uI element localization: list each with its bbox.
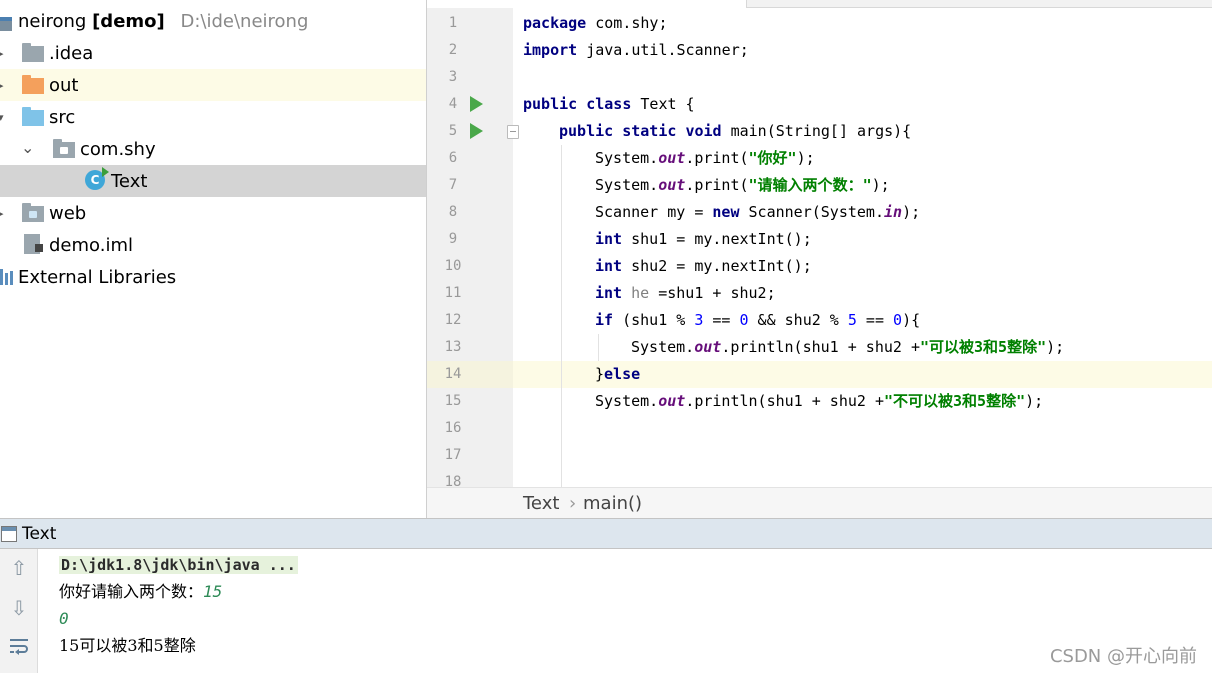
module-icon [0, 17, 12, 31]
tree-item-label: demo.iml [49, 234, 133, 256]
tree-item-external-libraries[interactable]: External Libraries [0, 261, 426, 293]
line-number: 1 [448, 15, 458, 31]
tree-item-package[interactable]: ⌄ com.shy [0, 133, 426, 165]
run-panel-title[interactable]: Text [22, 524, 56, 544]
tree-item-web[interactable]: ▸ web [0, 197, 426, 229]
console-line: 0 [59, 605, 69, 632]
current-line-highlight [427, 361, 1212, 388]
line-number: 10 [444, 258, 462, 274]
chevron-right-icon[interactable]: ▸ [0, 47, 4, 60]
indent-guide [561, 145, 562, 487]
code-line-12: if (shu1 % 3 == 0 && shu2 % 5 == 0){ [595, 311, 921, 329]
root-name: neirong [18, 10, 87, 32]
console-line: 你好请输入两个数：15 [59, 578, 222, 605]
breadcrumb-separator: › [569, 493, 577, 514]
breadcrumb-method[interactable]: main() [583, 493, 642, 514]
tree-item-out[interactable]: ▸ out [0, 69, 426, 101]
folder-icon [22, 75, 44, 94]
tree-item-label: .idea [49, 42, 94, 64]
tree-item-label: web [49, 202, 87, 224]
line-number: 9 [448, 231, 458, 247]
code-line-8: Scanner my = new Scanner(System.in); [595, 203, 921, 221]
line-number: 13 [444, 339, 462, 355]
tree-item-label: com.shy [80, 138, 156, 160]
tree-item-label: src [49, 106, 76, 128]
code-editor[interactable]: 1 2 3 4 5 6 7 8 9 10 11 12 13 14 15 16 1… [426, 0, 1212, 518]
chevron-right-icon[interactable]: ▸ [0, 79, 4, 92]
code-line-2: import java.util.Scanner; [523, 41, 749, 59]
watermark: CSDN @开心向前 [1049, 646, 1197, 667]
console-command: D:\jdk1.8\jdk\bin\java ... [59, 556, 298, 574]
line-number: 6 [448, 150, 458, 166]
root-tag: [demo] [92, 10, 165, 32]
run-main-icon[interactable] [470, 123, 483, 139]
iml-file-icon [24, 234, 43, 254]
code-line-15: System.out.println(shu1 + shu2 +"不可以被3和5… [595, 392, 1044, 410]
code-line-5: public static void main(String[] args){ [559, 122, 912, 140]
tree-item-label: Text [111, 170, 148, 192]
line-number: 15 [444, 393, 462, 409]
chevron-down-icon[interactable]: ▾ [0, 111, 4, 124]
run-class-icon[interactable] [470, 96, 483, 112]
source-folder-icon [22, 107, 44, 126]
code-line-11: int he =shu1 + shu2; [595, 284, 776, 302]
code-line-10: int shu2 = my.nextInt(); [595, 257, 812, 275]
code-line-9: int shu1 = my.nextInt(); [595, 230, 812, 248]
line-number: 14 [444, 366, 462, 382]
code-line-6: System.out.print("你好"); [595, 149, 815, 167]
line-number: 17 [444, 447, 462, 463]
editor-tab[interactable] [427, 0, 747, 8]
indent-guide [598, 334, 599, 361]
tree-item-label: External Libraries [18, 266, 177, 288]
code-line-13: System.out.println(shu1 + shu2 +"可以被3和5整… [631, 338, 1065, 356]
run-toolbar: ⇧ ⇩ [0, 549, 38, 673]
console-result: 15可以被3和5整除 [59, 636, 196, 655]
folder-icon [22, 43, 44, 62]
editor-tab-strip [427, 0, 1212, 8]
library-icon [0, 269, 14, 285]
fold-icon[interactable] [507, 125, 519, 139]
chevron-right-icon[interactable]: ▸ [0, 207, 4, 220]
code-line-7: System.out.print("请输入两个数："); [595, 176, 890, 194]
line-number: 11 [444, 285, 462, 301]
line-number: 2 [448, 42, 458, 58]
code-line-1: package com.shy; [523, 14, 668, 32]
line-number: 7 [448, 177, 458, 193]
chevron-down-icon[interactable]: ⌄ [21, 138, 34, 157]
console-line: D:\jdk1.8\jdk\bin\java ... [59, 551, 298, 578]
breadcrumb: Text › main() [427, 487, 1212, 518]
soft-wrap-icon[interactable] [5, 633, 33, 659]
web-folder-icon [22, 203, 44, 222]
code-line-14: }else [595, 365, 641, 383]
java-class-icon: C [85, 167, 109, 190]
line-number: 8 [448, 204, 458, 220]
run-window-icon [1, 526, 17, 542]
line-number: 3 [448, 69, 458, 85]
run-panel-header: Text [0, 518, 1212, 549]
console-input: 0 [59, 609, 69, 628]
arrow-down-icon[interactable]: ⇩ [5, 595, 33, 621]
code-line-4: public class Text { [523, 95, 695, 113]
tree-item-iml[interactable]: demo.iml [0, 229, 426, 261]
tree-item-src[interactable]: ▾ src [0, 101, 426, 133]
project-tree-panel: neirong [demo] D:\ide\neirong ▸ .idea ▸ … [0, 0, 426, 518]
line-number: 16 [444, 420, 462, 436]
line-number: 12 [444, 312, 462, 328]
package-icon [53, 139, 75, 158]
breadcrumb-class[interactable]: Text [523, 493, 559, 514]
console-prompt: 你好请输入两个数： [59, 582, 204, 601]
console-output[interactable]: D:\jdk1.8\jdk\bin\java ... 你好请输入两个数：15 0… [38, 549, 1212, 673]
tree-root[interactable]: neirong [demo] D:\ide\neirong [0, 5, 426, 37]
tree-item-class-text[interactable]: C Text [0, 165, 426, 197]
arrow-up-icon[interactable]: ⇧ [5, 555, 33, 581]
tree-item-label: out [49, 74, 79, 96]
console-input: 15 [203, 582, 223, 601]
console-line: 15可以被3和5整除 [59, 632, 196, 659]
runnable-badge-icon [102, 167, 109, 177]
root-path: D:\ide\neirong [180, 10, 309, 32]
class-icon-letter: C [90, 173, 100, 187]
tree-item-idea[interactable]: ▸ .idea [0, 37, 426, 69]
